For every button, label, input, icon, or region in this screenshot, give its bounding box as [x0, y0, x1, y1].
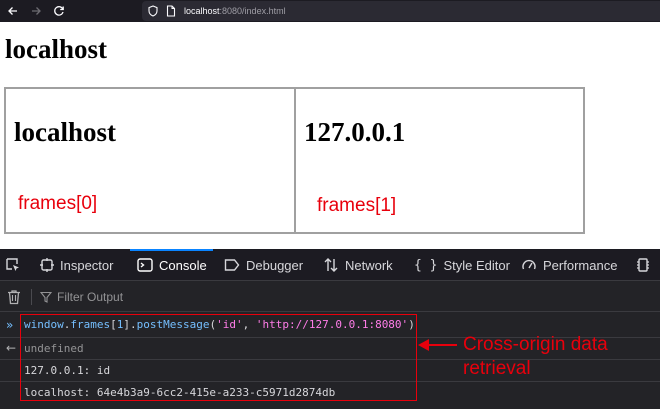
tab-debugger[interactable]: Debugger — [224, 249, 303, 281]
network-icon — [324, 258, 338, 272]
tab-style-editor[interactable]: { } Style Editor — [414, 249, 510, 281]
browser-toolbar: localhost:8080/index.html — [0, 0, 660, 22]
tab-network[interactable]: Network — [323, 249, 393, 281]
console-icon — [137, 258, 153, 272]
tab-console[interactable]: Console — [130, 249, 213, 281]
url-bar[interactable]: localhost:8080/index.html — [142, 1, 660, 21]
back-arrow-icon — [8, 7, 17, 15]
annotation-label: Cross-origin data retrieval — [463, 334, 608, 379]
tab-label: Style Editor — [443, 257, 510, 273]
tab-performance[interactable]: Performance — [521, 249, 617, 281]
highlight-box — [20, 314, 417, 401]
style-editor-icon: { } — [414, 257, 438, 273]
filter-icon — [40, 291, 52, 303]
performance-icon — [522, 259, 536, 270]
frame-annotation: frames[1] — [317, 195, 397, 216]
debugger-icon — [224, 259, 240, 271]
shield-icon[interactable] — [148, 1, 158, 21]
url-host: localhost — [184, 6, 220, 16]
filter-output-input[interactable]: Filter Output — [40, 287, 123, 307]
filter-placeholder: Filter Output — [57, 290, 124, 304]
more-tools-button[interactable] — [636, 249, 656, 281]
reload-icon — [54, 6, 64, 16]
result-arrow-icon: ← — [6, 341, 17, 355]
tab-label: Network — [345, 257, 393, 273]
tab-label: Console — [159, 257, 207, 273]
page-title: localhost — [5, 34, 108, 64]
frame-heading: 127.0.0.1 — [304, 117, 406, 147]
console-filter-bar: Filter Output — [0, 282, 660, 312]
trash-icon — [8, 290, 20, 305]
clear-console-button[interactable] — [7, 289, 21, 309]
frame-annotation: frames[0] — [18, 193, 98, 214]
arrow-line — [428, 344, 457, 346]
devtools-tab-bar: Inspector Console Debugger Network { } S… — [0, 249, 660, 281]
tab-inspector[interactable]: Inspector — [40, 249, 113, 281]
page-icon[interactable] — [166, 1, 176, 21]
back-button[interactable] — [4, 2, 22, 20]
forward-arrow-icon — [32, 7, 41, 15]
divider — [31, 289, 32, 305]
iframe-127-0-0-1[interactable]: 127.0.0.1 frames[1] — [294, 87, 585, 234]
reload-button[interactable] — [50, 2, 68, 20]
tab-label: Performance — [543, 257, 618, 273]
prompt-chevron-icon: » — [6, 318, 14, 332]
url-path: :8080/index.html — [219, 6, 286, 16]
url-text[interactable]: localhost:8080/index.html — [184, 1, 286, 21]
element-picker-icon — [6, 258, 19, 271]
memory-icon — [637, 258, 649, 272]
frame-heading: localhost — [14, 117, 117, 147]
forward-button[interactable] — [27, 2, 45, 20]
tab-label: Debugger — [246, 257, 304, 273]
tab-label: Inspector — [60, 257, 114, 273]
inspector-icon — [40, 258, 54, 272]
element-picker-button[interactable] — [5, 249, 27, 281]
iframe-localhost[interactable]: localhost frames[0] — [4, 87, 296, 234]
